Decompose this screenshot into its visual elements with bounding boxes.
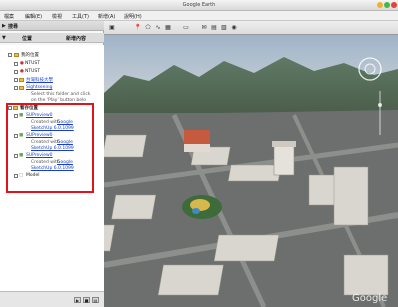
close-button[interactable] [391,2,397,8]
tree-item-ntust-chinese[interactable]: 台灣科技大學 [26,77,53,83]
checkbox[interactable] [8,53,12,57]
stop-button[interactable]: ■ [83,297,90,303]
folder-icon [19,86,24,90]
checkbox[interactable] [14,86,18,90]
checkbox[interactable] [14,70,18,74]
triangle-right-icon: ▶ [2,23,6,29]
zoom-button[interactable] [384,2,390,8]
menu-view[interactable]: 檢視 [52,13,62,20]
polygon-icon[interactable]: ⬠ [144,24,152,32]
minimize-button[interactable] [377,2,383,8]
print-icon[interactable]: ▤ [210,24,218,32]
sidebar: ▶ 搜尋 ▼ 位置 新增內容 我的位置 ● NTUST ● NTUST 台灣科技… [0,21,104,307]
tree-item-ntust[interactable]: NTUST [25,69,40,74]
menu-edit[interactable]: 編輯(E) [25,13,42,20]
tour-icon[interactable]: ▭ [182,24,190,32]
toolbar: ▣ 📍 ⬠ ∿ ▦ ▭ ✉ ▤ ▧ ◉ [104,21,398,35]
maps-icon[interactable]: ▧ [220,24,228,32]
tree-item-sightseeing[interactable]: Sightseeing [26,85,52,90]
checkbox[interactable] [14,62,18,66]
path-icon[interactable]: ∿ [154,24,162,32]
places-label: 位置 [22,36,33,42]
menu-bar: 檔案 編輯(E) 檢視 工具(T) 新增(A) 說明(H) [0,11,398,21]
triangle-down-icon: ▼ [2,35,6,41]
menu-add[interactable]: 新增(A) [98,13,115,20]
checkbox[interactable] [14,78,18,82]
email-icon[interactable]: ✉ [200,24,208,32]
menu-file[interactable]: 檔案 [4,13,14,20]
kml-icon[interactable]: ◉ [230,24,238,32]
menu-tools[interactable]: 工具(T) [72,13,89,20]
map-scene: Google [104,35,398,307]
folder-icon [14,53,19,57]
places-panel-header[interactable]: ▼ 位置 新增內容 [0,33,104,43]
window-title: Google Earth [182,2,216,8]
overlay-icon[interactable]: ▦ [164,24,172,32]
title-bar: Google Earth [0,0,398,11]
sightseeing-description: Select this folder and click [31,92,91,97]
google-watermark: Google [352,293,387,304]
tree-item-my-places[interactable]: 我的位置 [21,52,39,58]
tour-controls: ▶ ■ ▤ [0,291,104,307]
tree-item-ntust[interactable]: NTUST [25,61,40,66]
menu-help[interactable]: 說明(H) [124,13,142,20]
add-content-button[interactable]: 新增內容 [66,35,86,42]
highlight-annotation-box [6,103,94,193]
search-label: 搜尋 [8,24,19,30]
placemark-icon: ● [20,61,24,66]
placemark-icon[interactable]: 📍 [134,24,142,32]
play-button[interactable]: ▶ [74,297,81,303]
placemark-icon: ● [20,69,24,74]
folder-icon [19,78,24,82]
options-button[interactable]: ▤ [92,297,99,303]
google-earth-window: Google Earth 檔案 編輯(E) 檢視 工具(T) 新增(A) 說明(… [0,0,398,307]
search-panel-header[interactable]: ▶ 搜尋 [0,21,104,31]
sidebar-toggle-icon[interactable]: ▣ [108,24,116,32]
earth-3d-view[interactable]: Google [104,35,398,307]
